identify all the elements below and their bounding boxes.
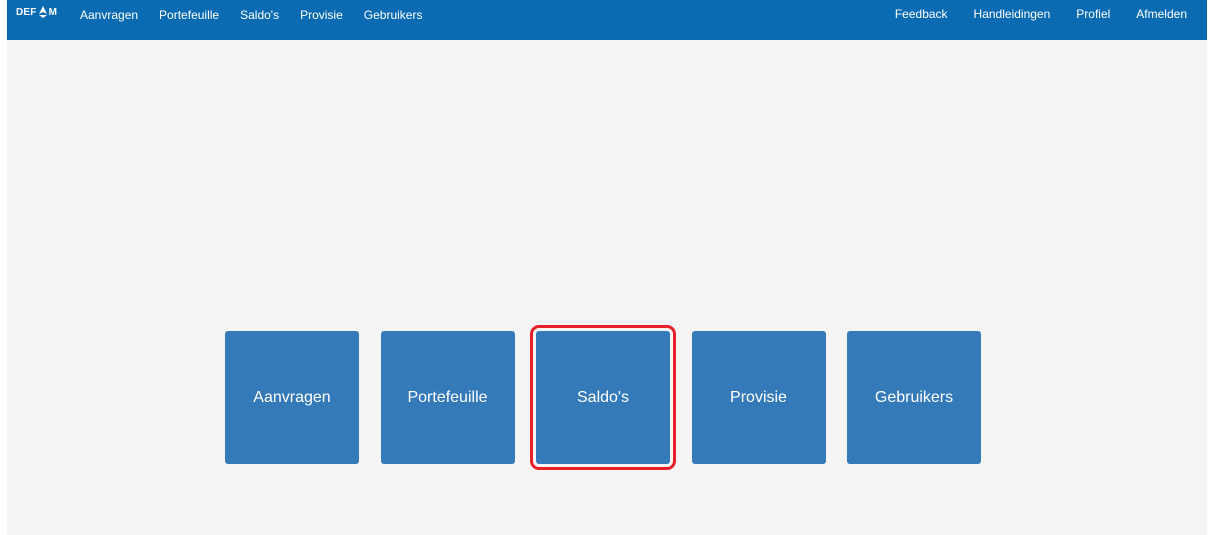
logo-text-left: DEF bbox=[16, 6, 37, 18]
tile-label: Portefeuille bbox=[407, 388, 488, 406]
nav-aanvragen[interactable]: Aanvragen bbox=[80, 8, 138, 22]
tile-gebruikers[interactable]: Gebruikers bbox=[847, 331, 981, 464]
tile-saldos[interactable]: Saldo's bbox=[530, 325, 676, 470]
top-navigation-bar: DEF M Aanvragen Portefeuille Saldo's Pro… bbox=[7, 0, 1207, 40]
main-nav: Aanvragen Portefeuille Saldo's Provisie … bbox=[80, 8, 443, 22]
tile-label: Saldo's bbox=[577, 388, 629, 406]
nav-portefeuille[interactable]: Portefeuille bbox=[159, 8, 219, 22]
defam-logo-icon bbox=[38, 6, 47, 18]
nav-handleidingen[interactable]: Handleidingen bbox=[974, 7, 1051, 21]
tile-label: Gebruikers bbox=[874, 388, 954, 406]
tile-portefeuille[interactable]: Portefeuille bbox=[380, 331, 515, 464]
nav-profiel[interactable]: Profiel bbox=[1076, 7, 1110, 21]
nav-saldos[interactable]: Saldo's bbox=[240, 8, 279, 22]
dashboard-tiles: Aanvragen Portefeuille Saldo's Provisie … bbox=[225, 325, 1003, 470]
defam-logo[interactable]: DEF M bbox=[16, 6, 57, 18]
app-frame: DEF M Aanvragen Portefeuille Saldo's Pro… bbox=[7, 0, 1207, 535]
nav-provisie[interactable]: Provisie bbox=[300, 8, 343, 22]
logo-text-right: M bbox=[48, 6, 58, 18]
tile-aanvragen[interactable]: Aanvragen bbox=[225, 331, 359, 464]
nav-gebruikers[interactable]: Gebruikers bbox=[364, 8, 423, 22]
user-nav: Feedback Handleidingen Profiel Afmelden bbox=[869, 7, 1187, 21]
nav-feedback[interactable]: Feedback bbox=[895, 7, 948, 21]
nav-afmelden[interactable]: Afmelden bbox=[1136, 7, 1187, 21]
tile-provisie[interactable]: Provisie bbox=[691, 331, 826, 464]
tile-label: Aanvragen bbox=[253, 388, 331, 406]
tile-label: Provisie bbox=[730, 388, 787, 406]
